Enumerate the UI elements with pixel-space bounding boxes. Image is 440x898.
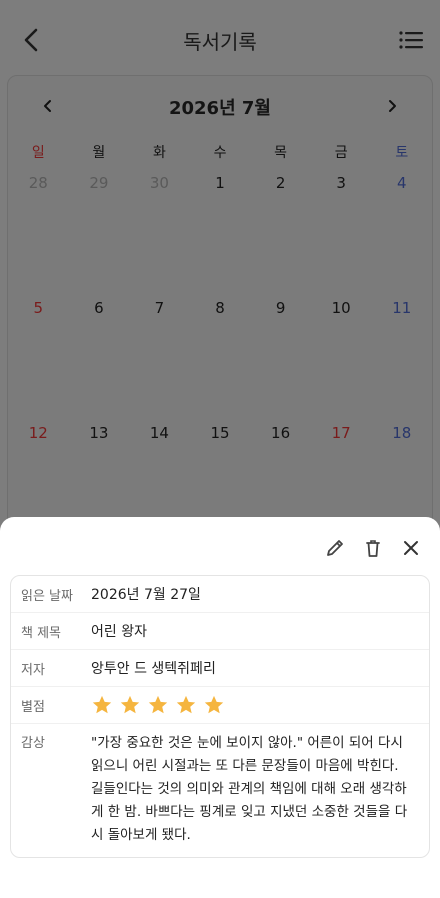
author-label: 저자 xyxy=(21,662,45,678)
calendar-day[interactable]: 2 xyxy=(250,174,311,192)
star-rating xyxy=(91,694,415,716)
author-row: 저자 앙투안 드 생텍쥐페리 xyxy=(11,650,429,687)
author-value: 앙투안 드 생텍쥐페리 xyxy=(91,661,216,677)
chevron-right-icon xyxy=(389,100,396,112)
book-title-label: 책 제목 xyxy=(21,625,62,641)
calendar-day[interactable]: 8 xyxy=(190,299,251,317)
calendar-day[interactable]: 13 xyxy=(69,424,130,442)
trash-icon xyxy=(366,540,380,557)
star-icon xyxy=(92,695,112,714)
next-month-button[interactable] xyxy=(384,94,400,118)
star-icon xyxy=(176,695,196,714)
calendar-day[interactable]: 30 xyxy=(129,174,190,192)
calendar-week: 28 29 30 1 2 3 4 xyxy=(8,174,432,192)
star-icon xyxy=(148,695,168,714)
calendar-day[interactable]: 11 xyxy=(371,299,432,317)
calendar-day[interactable]: 12 xyxy=(8,424,69,442)
calendar-day[interactable]: 7 xyxy=(129,299,190,317)
star-icon xyxy=(204,695,224,714)
review-text: "가장 중요한 것은 눈에 보이지 않아." 어른이 되어 다시 읽으니 어린 … xyxy=(91,735,408,843)
date-label: 읽은 날짜 xyxy=(21,588,73,604)
rating-row: 별점 xyxy=(11,687,429,724)
list-menu-button[interactable] xyxy=(398,28,424,52)
weekday-label: 목 xyxy=(274,145,288,161)
star-icon xyxy=(120,695,140,714)
app-header: 독서기록 xyxy=(0,0,440,78)
review-row: 감상 "가장 중요한 것은 눈에 보이지 않아." 어른이 되어 다시 읽으니 … xyxy=(11,724,429,857)
list-menu-icon xyxy=(399,31,423,49)
calendar-day[interactable]: 28 xyxy=(8,174,69,192)
calendar-day[interactable]: 10 xyxy=(311,299,372,317)
calendar-day[interactable]: 18 xyxy=(371,424,432,442)
calendar-day[interactable]: 5 xyxy=(8,299,69,317)
weekday-label: 월 xyxy=(92,145,106,161)
calendar-day[interactable]: 1 xyxy=(190,174,251,192)
date-row: 읽은 날짜 2026년 7월 27일 xyxy=(11,576,429,613)
calendar-day[interactable]: 6 xyxy=(69,299,130,317)
date-value: 2026년 7월 27일 xyxy=(91,587,201,603)
rating-value xyxy=(91,694,429,716)
calendar-month-title: 2026년 7월 xyxy=(168,98,271,119)
close-button[interactable] xyxy=(398,535,424,561)
calendar-day[interactable]: 9 xyxy=(250,299,311,317)
review-label: 감상 xyxy=(21,736,45,751)
calendar-day[interactable]: 29 xyxy=(69,174,130,192)
rating-label: 별점 xyxy=(21,699,45,715)
close-icon xyxy=(404,541,418,555)
calendar-day[interactable]: 15 xyxy=(190,424,251,442)
weekday-label: 수 xyxy=(213,145,227,161)
weekday-row: 일 월 화 수 목 금 토 xyxy=(8,142,432,162)
sheet-actions xyxy=(322,535,424,561)
record-detail-sheet: 읽은 날짜 2026년 7월 27일 책 제목 어린 왕자 저자 앙투안 드 생… xyxy=(0,517,440,898)
title-row: 책 제목 어린 왕자 xyxy=(11,613,429,650)
weekday-label: 금 xyxy=(334,145,348,161)
weekday-label: 토 xyxy=(395,145,409,161)
edit-pencil-icon xyxy=(327,540,343,556)
record-detail-card: 읽은 날짜 2026년 7월 27일 책 제목 어린 왕자 저자 앙투안 드 생… xyxy=(10,575,430,858)
calendar-week: 12 13 14 15 16 17 18 xyxy=(8,424,432,442)
weekday-label: 화 xyxy=(153,145,166,161)
calendar-day[interactable]: 3 xyxy=(311,174,372,192)
delete-button[interactable] xyxy=(360,535,386,561)
calendar-week: 5 6 7 8 9 10 11 xyxy=(8,299,432,317)
edit-button[interactable] xyxy=(322,535,348,561)
calendar-day[interactable]: 4 xyxy=(371,174,432,192)
calendar-day[interactable]: 16 xyxy=(250,424,311,442)
calendar-day[interactable]: 14 xyxy=(129,424,190,442)
book-title-value: 어린 왕자 xyxy=(91,624,147,640)
page-title: 독서기록 xyxy=(183,30,257,54)
weekday-label: 일 xyxy=(31,145,45,161)
calendar-header: 2026년 7월 xyxy=(8,94,432,119)
calendar-day[interactable]: 17 xyxy=(311,424,372,442)
